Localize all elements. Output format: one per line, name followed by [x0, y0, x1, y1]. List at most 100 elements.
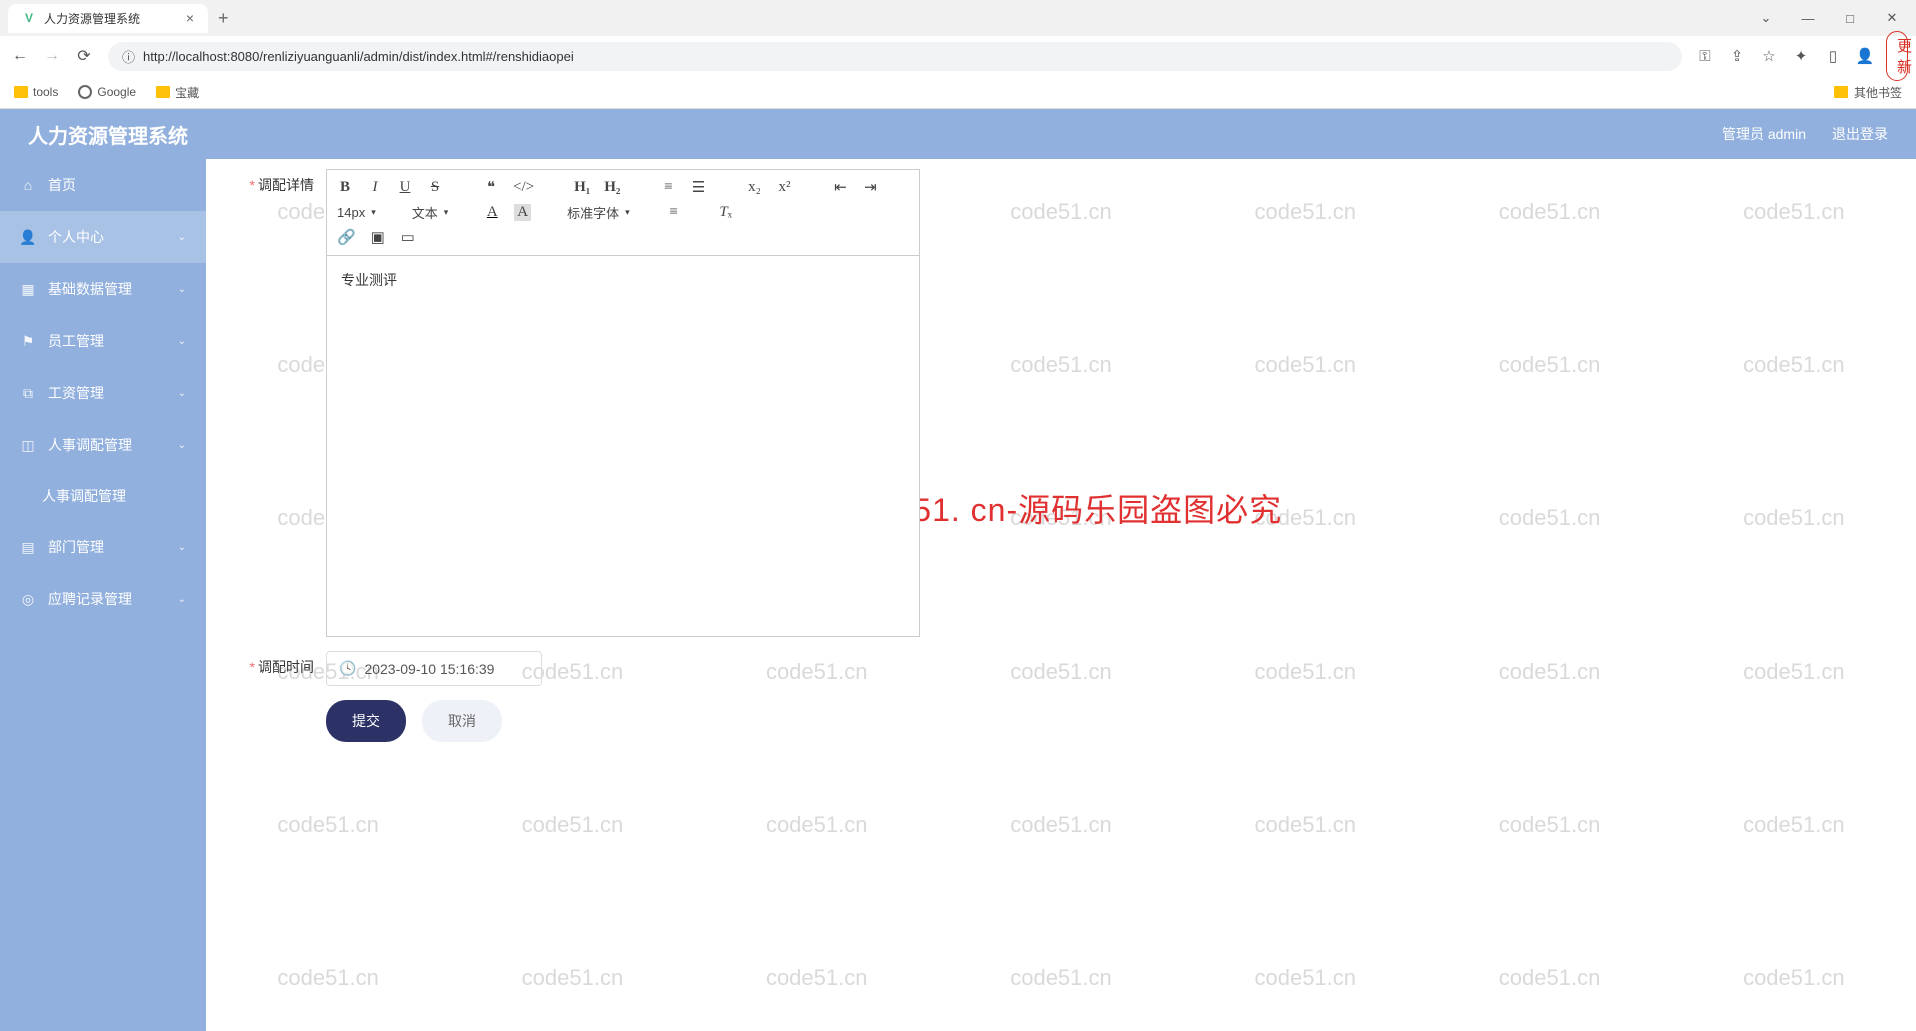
copy-icon: ⧉: [20, 385, 36, 401]
share-icon[interactable]: ⇪: [1726, 47, 1748, 65]
align-icon[interactable]: ≡: [666, 204, 682, 221]
hr-icon: ◫: [20, 437, 36, 453]
underline-icon[interactable]: U: [397, 179, 413, 196]
google-icon: [78, 85, 92, 99]
code-icon[interactable]: </>: [513, 179, 534, 196]
sidebar-item-department[interactable]: ▤部门管理⌄: [0, 521, 206, 573]
submenu-hr-dispatch-mgmt[interactable]: 人事调配管理: [0, 471, 206, 521]
sidebar-item-salary[interactable]: ⧉工资管理⌄: [0, 367, 206, 419]
user-icon: 👤: [20, 229, 36, 245]
forward-icon[interactable]: →: [40, 44, 64, 68]
italic-icon[interactable]: I: [367, 179, 383, 196]
bookmarks-bar: tools Google 宝藏 其他书签: [0, 76, 1916, 108]
url-input[interactable]: ⓘ http://localhost:8080/renliziyuanguanl…: [108, 42, 1682, 71]
editor-content[interactable]: 专业测评: [327, 256, 919, 636]
logout-link[interactable]: 退出登录: [1832, 124, 1888, 144]
indent-increase-icon[interactable]: ⇥: [862, 178, 878, 197]
text-color-icon[interactable]: A: [484, 204, 500, 221]
sidebar-item-recruit-record[interactable]: ◎应聘记录管理⌄: [0, 573, 206, 625]
user-info[interactable]: 管理员 admin: [1722, 124, 1806, 144]
chevron-icon: ⌄: [178, 542, 186, 553]
datetime-input[interactable]: 🕓 2023-09-10 15:16:39: [326, 651, 542, 686]
font-size-select[interactable]: 14px▾: [337, 205, 376, 220]
tab-bar: V 人力资源管理系统 × + ⌄ — □ ✕: [0, 0, 1916, 36]
extension-icon[interactable]: ✦: [1790, 47, 1812, 65]
video-icon[interactable]: ▭: [400, 228, 416, 247]
sidebar-item-hr-dispatch[interactable]: ◫人事调配管理⌄: [0, 419, 206, 471]
maximize-icon[interactable]: □: [1836, 4, 1864, 32]
home-icon: ⌂: [20, 177, 36, 193]
h1-icon[interactable]: H₁: [574, 179, 590, 196]
submit-button[interactable]: 提交: [326, 700, 406, 742]
text-type-select[interactable]: 文本▾: [412, 203, 449, 222]
form-row-detail: *调配详情 B I U S ❝ </>: [226, 169, 1896, 637]
h2-icon[interactable]: H₂: [604, 179, 620, 196]
close-tab-icon[interactable]: ×: [186, 10, 194, 26]
quote-icon[interactable]: ❝: [483, 178, 499, 197]
update-button[interactable]: 更新 ⋮: [1886, 31, 1908, 81]
chevron-icon: ⌄: [178, 336, 186, 347]
sidebar-item-basedata[interactable]: ▦基础数据管理⌄: [0, 263, 206, 315]
app-title: 人力资源管理系统: [28, 120, 188, 149]
chevron-icon: ⌄: [178, 440, 186, 451]
bookmark-google[interactable]: Google: [78, 85, 136, 99]
close-window-icon[interactable]: ✕: [1878, 4, 1906, 32]
list-ordered-icon[interactable]: ≡: [660, 179, 676, 196]
dept-icon: ▤: [20, 539, 36, 555]
sidebar-item-personal[interactable]: 👤个人中心⌄: [0, 211, 206, 263]
list-bullet-icon[interactable]: ☰: [690, 178, 706, 197]
key-icon[interactable]: ⚿: [1694, 48, 1716, 65]
font-family-select[interactable]: 标准字体▾: [567, 203, 630, 222]
grid-icon: ▦: [20, 281, 36, 297]
editor-toolbar: B I U S ❝ </> H₁ H₂ ≡: [327, 170, 919, 256]
link-icon[interactable]: 🔗: [337, 228, 356, 247]
chevron-icon: ⌄: [178, 594, 186, 605]
cancel-button[interactable]: 取消: [422, 700, 502, 742]
folder-icon: [156, 86, 170, 98]
profile-icon[interactable]: 👤: [1854, 47, 1876, 65]
vue-favicon-icon: V: [22, 11, 36, 25]
window-controls: ⌄ — □ ✕: [1752, 4, 1916, 32]
chevron-down-icon[interactable]: ⌄: [1752, 4, 1780, 32]
browser-tab[interactable]: V 人力资源管理系统 ×: [8, 4, 208, 33]
sidebar-item-home[interactable]: ⌂首页: [0, 159, 206, 211]
star-icon[interactable]: ☆: [1758, 47, 1780, 65]
bookmark-tools[interactable]: tools: [14, 85, 58, 99]
bg-color-icon[interactable]: A: [514, 204, 531, 221]
chevron-icon: ⌄: [178, 284, 186, 295]
back-icon[interactable]: ←: [8, 44, 32, 68]
info-icon: ⓘ: [122, 47, 135, 66]
flag-icon: ⚑: [20, 333, 36, 349]
app-root: 人力资源管理系统 管理员 admin 退出登录 ⌂首页 👤个人中心⌄ ▦基础数据…: [0, 109, 1916, 1031]
browser-chrome: V 人力资源管理系统 × + ⌄ — □ ✕ ← → ⟳ ⓘ http://lo…: [0, 0, 1916, 109]
address-bar: ← → ⟳ ⓘ http://localhost:8080/renliziyua…: [0, 36, 1916, 76]
calendar-icon: 🕓: [339, 660, 356, 677]
form-row-time: *调配时间 🕓 2023-09-10 15:16:39: [226, 651, 1896, 686]
tab-title: 人力资源管理系统: [44, 10, 140, 27]
chevron-icon: ⌄: [178, 388, 186, 399]
subscript-icon[interactable]: x₂: [746, 179, 762, 196]
clear-format-icon[interactable]: Tₓ: [718, 204, 734, 221]
image-icon[interactable]: ▣: [370, 228, 386, 247]
panel-icon[interactable]: ▯: [1822, 47, 1844, 65]
strike-icon[interactable]: S: [427, 179, 443, 196]
content-area: code51.cncode51.cncode51.cncode51.cncode…: [206, 159, 1916, 1031]
bold-icon[interactable]: B: [337, 179, 353, 196]
bookmark-other[interactable]: 其他书签: [1834, 84, 1902, 101]
minimize-icon[interactable]: —: [1794, 4, 1822, 32]
form-actions: 提交 取消: [226, 700, 1896, 742]
sidebar: ⌂首页 👤个人中心⌄ ▦基础数据管理⌄ ⚑员工管理⌄ ⧉工资管理⌄ ◫人事调配管…: [0, 159, 206, 1031]
chevron-icon: ⌄: [178, 232, 186, 243]
superscript-icon[interactable]: x²: [776, 179, 792, 196]
url-text: http://localhost:8080/renliziyuanguanli/…: [143, 49, 574, 64]
datetime-value: 2023-09-10 15:16:39: [364, 661, 494, 677]
bookmark-treasure[interactable]: 宝藏: [156, 84, 199, 101]
reload-icon[interactable]: ⟳: [72, 44, 96, 68]
time-label: *调配时间: [226, 651, 326, 686]
app-header: 人力资源管理系统 管理员 admin 退出登录: [0, 109, 1916, 159]
folder-icon: [1834, 86, 1848, 98]
new-tab-button[interactable]: +: [218, 8, 229, 29]
sidebar-item-employee[interactable]: ⚑员工管理⌄: [0, 315, 206, 367]
folder-icon: [14, 86, 28, 98]
indent-decrease-icon[interactable]: ⇤: [832, 178, 848, 197]
